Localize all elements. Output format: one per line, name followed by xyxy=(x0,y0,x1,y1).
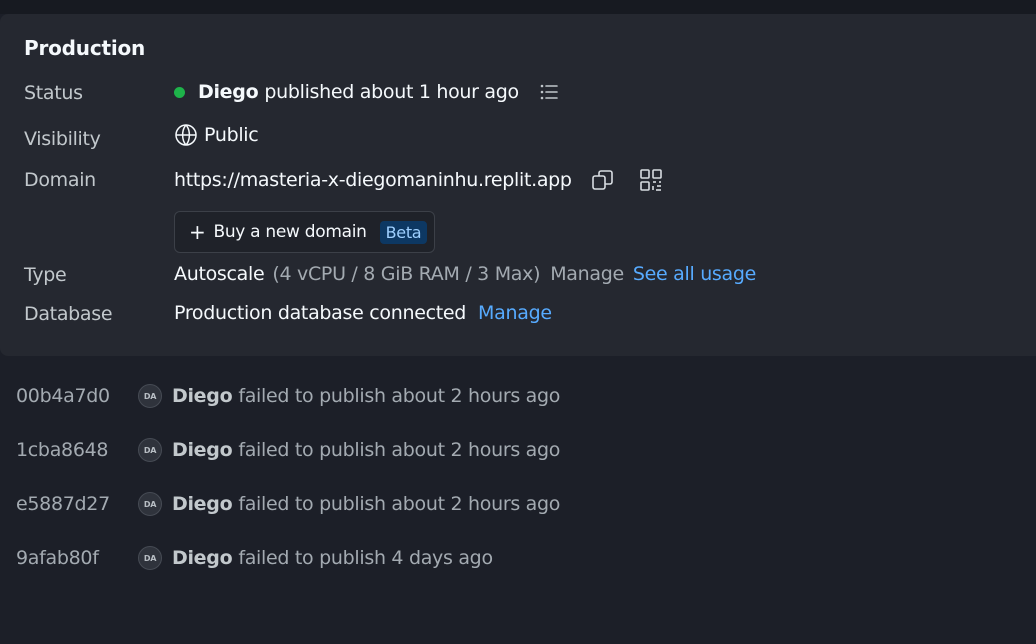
avatar: DA xyxy=(138,546,162,570)
history-user: Diego xyxy=(172,385,233,407)
history-row[interactable]: 1cba8648 DA Diego failed to publish abou… xyxy=(16,435,560,465)
status-user: Diego xyxy=(198,81,259,103)
avatar: DA xyxy=(138,438,162,462)
status-value: Diego published about 1 hour ago xyxy=(174,81,560,103)
type-manage-link[interactable]: Manage xyxy=(550,263,624,285)
domain-url[interactable]: https://masteria-x-diegomaninhu.replit.a… xyxy=(174,169,572,191)
see-all-usage-link[interactable]: See all usage xyxy=(633,263,756,285)
status-dot-icon xyxy=(174,86,185,98)
avatar: DA xyxy=(138,384,162,408)
section-title: Production xyxy=(24,36,146,60)
status-label: Status xyxy=(24,82,83,104)
database-text: Production database connected xyxy=(174,302,467,324)
database-value: Production database connected Manage xyxy=(174,302,552,324)
list-icon[interactable] xyxy=(538,81,560,103)
qr-code-icon[interactable] xyxy=(639,168,663,192)
database-label: Database xyxy=(24,303,113,325)
type-specs: (4 vCPU / 8 GiB RAM / 3 Max) xyxy=(272,263,541,285)
database-manage-link[interactable]: Manage xyxy=(478,302,552,324)
globe-icon xyxy=(174,123,198,147)
visibility-label: Visibility xyxy=(24,128,101,150)
history-hash: e5887d27 xyxy=(16,493,110,515)
history-hash: 00b4a7d0 xyxy=(16,385,110,407)
domain-label: Domain xyxy=(24,169,96,191)
history-row[interactable]: 00b4a7d0 DA Diego failed to publish abou… xyxy=(16,381,560,411)
type-value: Autoscale (4 vCPU / 8 GiB RAM / 3 Max) M… xyxy=(174,263,756,285)
history-row[interactable]: 9afab80f DA Diego failed to publish 4 da… xyxy=(16,543,493,573)
history-message: failed to publish 4 days ago xyxy=(238,547,493,569)
buy-domain-label: Buy a new domain xyxy=(213,222,367,242)
visibility-text: Public xyxy=(204,124,259,146)
top-strip xyxy=(0,0,1036,14)
copy-icon[interactable] xyxy=(591,168,615,192)
beta-badge: Beta xyxy=(379,220,428,244)
buy-domain-button[interactable]: + Buy a new domain Beta xyxy=(174,211,435,253)
domain-value: https://masteria-x-diegomaninhu.replit.a… xyxy=(174,168,663,192)
type-text: Autoscale xyxy=(174,263,265,285)
visibility-value: Public xyxy=(174,123,259,147)
history-message: failed to publish about 2 hours ago xyxy=(238,439,561,461)
production-card: Production Status Diego published about … xyxy=(0,14,1036,356)
history-message: failed to publish about 2 hours ago xyxy=(238,493,561,515)
status-text: published about 1 hour ago xyxy=(264,81,519,103)
history-user: Diego xyxy=(172,439,233,461)
history-row[interactable]: e5887d27 DA Diego failed to publish abou… xyxy=(16,489,560,519)
history-user: Diego xyxy=(172,547,233,569)
avatar: DA xyxy=(138,492,162,516)
history-message: failed to publish about 2 hours ago xyxy=(238,385,561,407)
plus-icon: + xyxy=(189,220,206,244)
history-hash: 1cba8648 xyxy=(16,439,109,461)
history-user: Diego xyxy=(172,493,233,515)
type-label: Type xyxy=(24,264,67,286)
history-hash: 9afab80f xyxy=(16,547,99,569)
